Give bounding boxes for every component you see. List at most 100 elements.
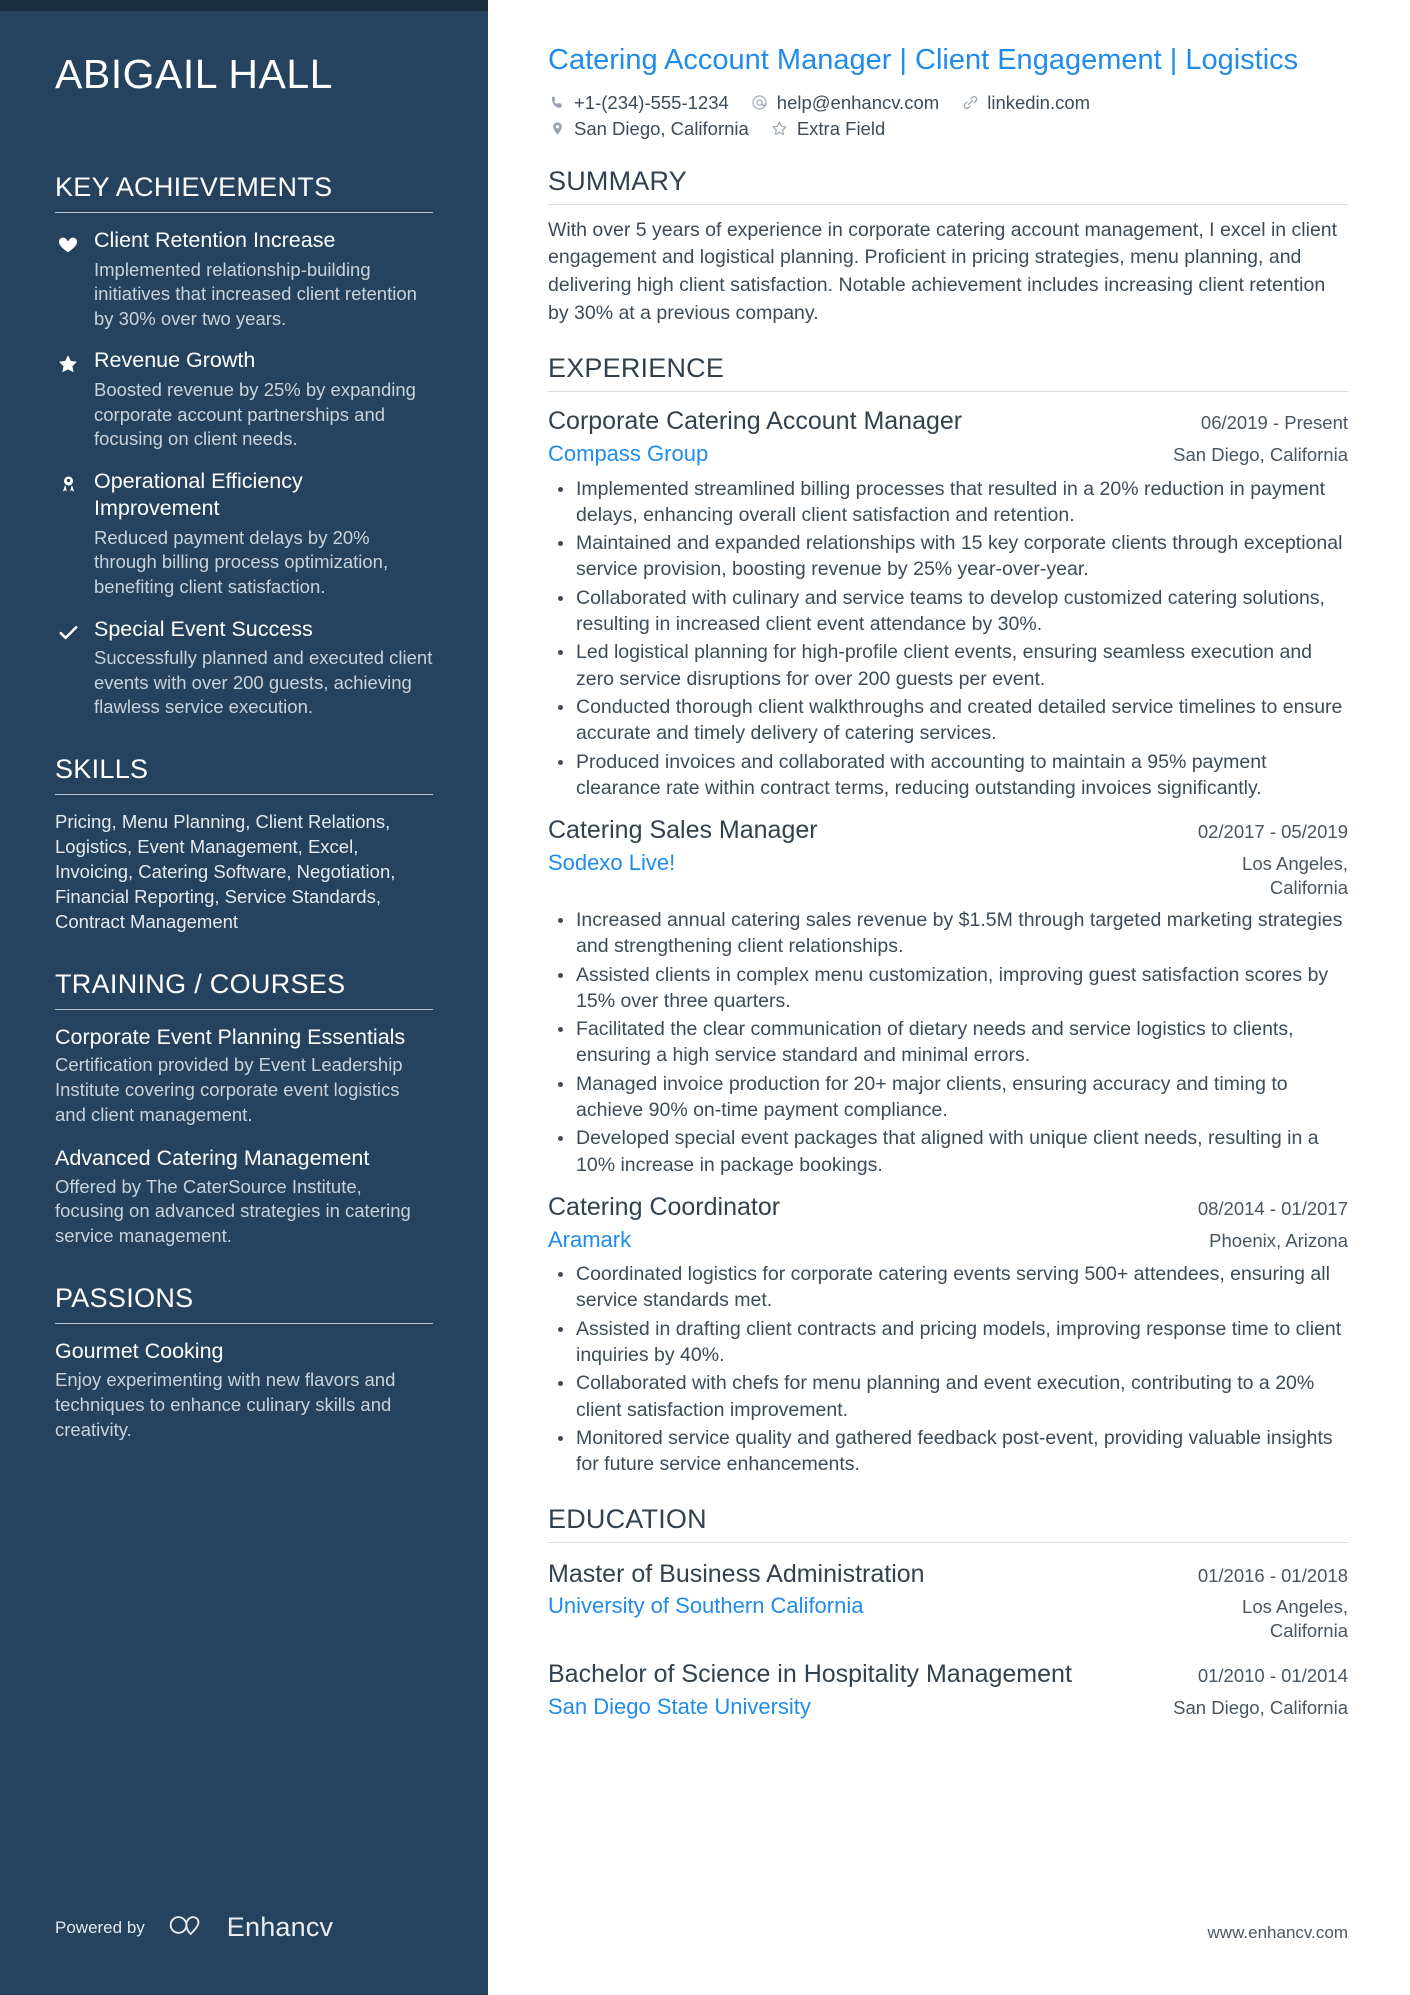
- contact-location-text: San Diego, California: [574, 117, 749, 139]
- powered-by-label: Powered by: [55, 1917, 145, 1937]
- education-heading: EDUCATION: [548, 1503, 707, 1534]
- achievement-item: Special Event Success Successfully plann…: [55, 616, 433, 720]
- check-icon: [55, 620, 81, 646]
- degree-title: Master of Business Administration: [548, 1559, 925, 1588]
- job-bullet: Facilitated the clear communication of d…: [558, 1016, 1348, 1069]
- summary-heading: SUMMARY: [548, 165, 687, 196]
- contact-row-1: +1-(234)-555-1234 help@enhancv.com linke…: [548, 92, 1278, 114]
- school-location: San Diego, California: [1173, 1696, 1348, 1718]
- main-content: Catering Account Manager | Client Engage…: [488, 0, 1410, 1995]
- section-summary: SUMMARY With over 5 years of experience …: [548, 166, 1348, 328]
- section-skills: SKILLS Pricing, Menu Planning, Client Re…: [55, 754, 433, 935]
- education-entry-sub: San Diego State University San Diego, Ca…: [548, 1693, 1348, 1722]
- contact-phone[interactable]: +1-(234)-555-1234: [548, 92, 729, 114]
- education-entry-sub: University of Southern California Los An…: [548, 1592, 1348, 1643]
- experience-entry-sub: Aramark Phoenix, Arizona: [548, 1226, 1348, 1255]
- degree-title: Bachelor of Science in Hospitality Manag…: [548, 1660, 1072, 1689]
- job-bullet: Managed invoice production for 20+ major…: [558, 1071, 1348, 1124]
- job-title: Corporate Catering Account Manager: [548, 407, 963, 436]
- achievement-item: Revenue Growth Boosted revenue by 25% by…: [55, 347, 433, 451]
- sidebar: ABIGAIL HALL KEY ACHIEVEMENTS Client Ret…: [0, 0, 488, 1995]
- job-bullet: Assisted clients in complex menu customi…: [558, 962, 1348, 1015]
- achievement-title: Special Event Success: [94, 616, 313, 641]
- school-location: Los Angeles, California: [1242, 1596, 1348, 1642]
- job-company[interactable]: Sodexo Live!: [548, 849, 675, 878]
- contact-phone-text: +1-(234)-555-1234: [574, 91, 729, 113]
- training-heading: TRAINING / COURSES: [55, 968, 346, 999]
- link-icon: [961, 94, 979, 112]
- achievement-description: Successfully planned and executed client…: [94, 647, 433, 718]
- star-icon: [55, 351, 81, 377]
- location-pin-icon: [548, 120, 566, 138]
- sidebar-top-bar: [0, 0, 488, 11]
- contact-info: +1-(234)-555-1234 help@enhancv.com linke…: [548, 92, 1278, 140]
- professional-headline: Catering Account Manager | Client Engage…: [548, 44, 1299, 76]
- job-title: Catering Sales Manager: [548, 816, 818, 845]
- star-outline-icon: [771, 120, 789, 138]
- experience-entry-sub: Compass Group San Diego, California: [548, 440, 1348, 469]
- section-key-achievements: KEY ACHIEVEMENTS Client Retention Increa…: [55, 172, 433, 720]
- enhancv-logo-icon: [167, 1912, 215, 1943]
- education-entry-head: Bachelor of Science in Hospitality Manag…: [548, 1659, 1348, 1691]
- enhancv-brand-name: Enhancv: [226, 1912, 334, 1942]
- resume-page: ABIGAIL HALL KEY ACHIEVEMENTS Client Ret…: [0, 0, 1410, 1995]
- job-location: Phoenix, Arizona: [1209, 1229, 1348, 1251]
- heart-icon: [55, 231, 81, 257]
- contact-extra-field-text: Extra Field: [796, 117, 886, 139]
- section-passions: PASSIONS Gourmet Cooking Enjoy experimen…: [55, 1283, 433, 1442]
- training-item: Corporate Event Planning Essentials Cert…: [55, 1024, 433, 1128]
- job-location: San Diego, California: [1173, 443, 1348, 465]
- summary-text: With over 5 years of experience in corpo…: [548, 218, 1338, 324]
- training-description: Certification provided by Event Leadersh…: [55, 1054, 403, 1126]
- job-bullet: Increased annual catering sales revenue …: [558, 907, 1348, 960]
- job-date: 06/2019 - Present: [1200, 412, 1348, 434]
- candidate-name: ABIGAIL HALL: [55, 51, 333, 97]
- contact-linkedin[interactable]: linkedin.com: [961, 92, 1090, 114]
- job-location: Los Angeles, California: [1242, 852, 1348, 898]
- job-date: 08/2014 - 01/2017: [1197, 1198, 1348, 1219]
- job-bullet: Implemented streamlined billing processe…: [558, 476, 1348, 529]
- school-name[interactable]: University of Southern California: [548, 1592, 863, 1621]
- education-entry-head: Master of Business Administration 01/201…: [548, 1559, 1348, 1591]
- contact-extra-field: Extra Field: [771, 118, 885, 140]
- job-bullet: Led logistical planning for high-profile…: [558, 639, 1348, 692]
- divider: [548, 1541, 1348, 1543]
- job-company[interactable]: Compass Group: [548, 440, 708, 469]
- job-bullet: Collaborated with culinary and service t…: [558, 585, 1348, 638]
- experience-entry-head: Catering Sales Manager 02/2017 - 05/2019: [548, 815, 1348, 847]
- achievement-description: Implemented relationship-building initia…: [94, 258, 417, 329]
- experience-entry-sub: Sodexo Live! Los Angeles, California: [548, 849, 1348, 900]
- enhancv-brand: Enhancv: [167, 1912, 333, 1943]
- passion-item: Gourmet Cooking Enjoy experimenting with…: [55, 1338, 433, 1442]
- achievement-item: Operational Efficiency Improvement Reduc…: [55, 468, 433, 600]
- achievement-title: Revenue Growth: [94, 348, 256, 373]
- passions-heading: PASSIONS: [55, 1283, 194, 1314]
- divider: [55, 793, 433, 795]
- achievement-title: Client Retention Increase: [94, 228, 336, 253]
- job-title: Catering Coordinator: [548, 1193, 781, 1221]
- contact-row-2: San Diego, California Extra Field: [548, 118, 1278, 140]
- job-company[interactable]: Aramark: [548, 1226, 631, 1255]
- phone-icon: [548, 94, 566, 112]
- degree-date: 01/2010 - 01/2014: [1197, 1665, 1348, 1687]
- site-url[interactable]: www.enhancv.com: [1208, 1923, 1348, 1943]
- training-title: Advanced Catering Management: [55, 1146, 370, 1170]
- experience-entry: Catering Coordinator 08/2014 - 01/2017 A…: [548, 1192, 1348, 1478]
- skills-list: Pricing, Menu Planning, Client Relations…: [55, 810, 396, 933]
- job-bullets: Implemented streamlined billing processe…: [548, 476, 1348, 802]
- contact-linkedin-text: linkedin.com: [987, 91, 1091, 113]
- divider: [55, 1323, 433, 1325]
- job-bullet: Coordinated logistics for corporate cate…: [558, 1261, 1348, 1314]
- contact-email[interactable]: help@enhancv.com: [751, 92, 939, 114]
- achievement-title: Operational Efficiency Improvement: [94, 468, 303, 521]
- job-bullet: Collaborated with chefs for menu plannin…: [558, 1370, 1348, 1423]
- training-description: Offered by The CaterSource Institute, fo…: [55, 1175, 411, 1247]
- job-bullet: Maintained and expanded relationships wi…: [558, 530, 1348, 583]
- school-name[interactable]: San Diego State University: [548, 1693, 811, 1722]
- award-ribbon-icon: [55, 472, 81, 498]
- training-item: Advanced Catering Management Offered by …: [55, 1145, 433, 1249]
- passion-description: Enjoy experimenting with new flavors and…: [55, 1368, 396, 1440]
- contact-location: San Diego, California: [548, 118, 749, 140]
- section-education: EDUCATION Master of Business Administrat…: [548, 1504, 1348, 1722]
- contact-email-text: help@enhancv.com: [776, 91, 940, 113]
